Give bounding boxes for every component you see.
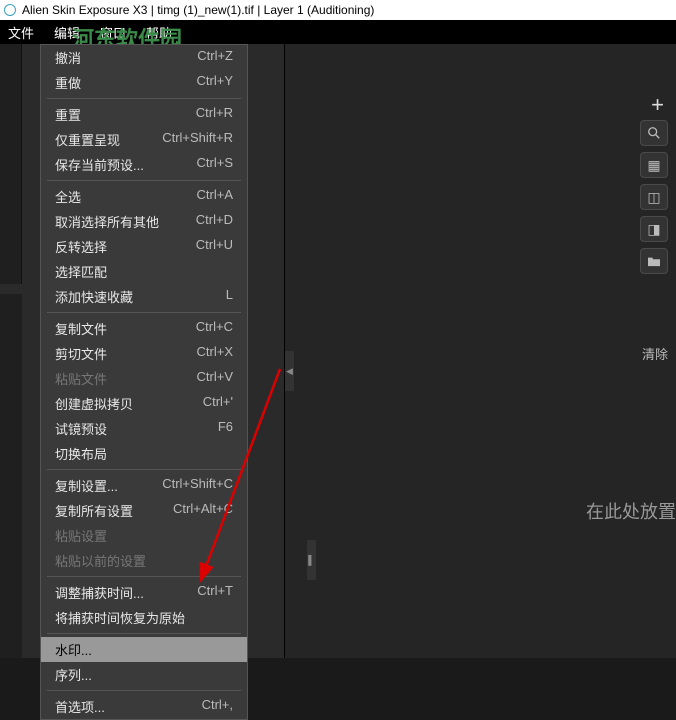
menu-item[interactable]: 水印... (41, 637, 247, 662)
menu-item[interactable]: 保存当前预设... Ctrl+S (41, 152, 247, 177)
menu-item-label: 切换布局 (55, 444, 107, 463)
menu-item-label: 试镜预设 (55, 419, 107, 438)
menu-help[interactable]: 帮助 (146, 23, 172, 42)
menu-item[interactable]: 仅重置呈现 Ctrl+Shift+R (41, 127, 247, 152)
menu-item[interactable]: 序列... (41, 662, 247, 687)
menu-item-label: 保存当前预设... (55, 155, 144, 174)
menu-item-shortcut: Ctrl+D (196, 212, 233, 231)
menu-item-label: 反转选择 (55, 237, 107, 256)
menu-item[interactable]: 创建虚拟拷贝 Ctrl+' (41, 391, 247, 416)
window-title: Alien Skin Exposure X3 | timg (1)_new(1)… (22, 3, 374, 17)
collapse-handle-icon[interactable]: ▌ (307, 540, 316, 580)
menu-item-shortcut: Ctrl+R (196, 105, 233, 124)
menu-item-shortcut: Ctrl+X (197, 344, 233, 363)
search-icon[interactable] (640, 120, 668, 146)
menu-item-shortcut: Ctrl+, (202, 697, 233, 716)
menu-item-label: 粘贴以前的设置 (55, 551, 146, 570)
menu-item-label: 仅重置呈现 (55, 130, 120, 149)
menu-item-shortcut: Ctrl+C (196, 319, 233, 338)
menubar: 文件 编辑 窗口 帮助 (0, 20, 676, 44)
menu-item[interactable]: 复制所有设置 Ctrl+Alt+C (41, 498, 247, 523)
split-icon[interactable]: ◨ (640, 216, 668, 242)
menu-item: 粘贴文件 Ctrl+V (41, 366, 247, 391)
menu-item-label: 复制设置... (55, 476, 118, 495)
menu-item-label: 添加快速收藏 (55, 287, 133, 306)
left-strip (0, 44, 22, 284)
menu-item[interactable]: 试镜预设 F6 (41, 416, 247, 441)
menu-item-shortcut: Ctrl+U (196, 237, 233, 256)
folder-icon[interactable] (640, 248, 668, 274)
menu-item-label: 复制所有设置 (55, 501, 133, 520)
menu-item-label: 调整捕获时间... (55, 583, 144, 602)
menu-item-label: 首选项... (55, 697, 105, 716)
edit-menu-dropdown: 撤消 Ctrl+Z 重做 Ctrl+Y 重置 Ctrl+R 仅重置呈现 Ctrl+Shift+… (40, 44, 248, 720)
menu-item: 粘贴以前的设置 (41, 548, 247, 573)
drop-placeholder: 在此处放置 (586, 498, 676, 524)
menu-item-shortcut: Ctrl+Y (197, 73, 233, 92)
app-icon (4, 4, 16, 16)
titlebar: Alien Skin Exposure X3 | timg (1)_new(1)… (0, 0, 676, 20)
collapse-left-icon[interactable]: ◀ (285, 351, 294, 391)
menu-item[interactable]: 重做 Ctrl+Y (41, 70, 247, 95)
menu-item-shortcut: Ctrl+S (197, 155, 233, 174)
menu-item-shortcut: Ctrl+Z (197, 48, 233, 67)
menu-item[interactable]: 全选 Ctrl+A (41, 184, 247, 209)
menu-separator (47, 180, 241, 181)
menu-separator (47, 469, 241, 470)
compare-icon[interactable]: ◫ (640, 184, 668, 210)
menu-item[interactable]: 剪切文件 Ctrl+X (41, 341, 247, 366)
menu-item-label: 剪切文件 (55, 344, 107, 363)
menu-item[interactable]: 切换布局 (41, 441, 247, 466)
menu-window[interactable]: 窗口 (100, 23, 126, 42)
menu-item-shortcut: Ctrl+A (197, 187, 233, 206)
menu-item-shortcut: Ctrl+V (197, 369, 233, 388)
clear-button[interactable]: 清除 (642, 344, 668, 363)
toolbar-column: ▦ ◫ ◨ (640, 120, 670, 280)
menu-separator (47, 690, 241, 691)
menu-item-label: 序列... (55, 665, 92, 684)
menu-item[interactable]: 复制文件 Ctrl+C (41, 316, 247, 341)
menu-item[interactable]: 重置 Ctrl+R (41, 102, 247, 127)
menu-item[interactable]: 首选项... Ctrl+, (41, 694, 247, 719)
menu-item-shortcut: Ctrl+Shift+C (162, 476, 233, 495)
menu-item-shortcut: L (226, 287, 233, 306)
menu-item-label: 粘贴文件 (55, 369, 107, 388)
menu-item-shortcut: F6 (218, 419, 233, 438)
menu-item-label: 重置 (55, 105, 81, 124)
menu-item-label: 创建虚拟拷贝 (55, 394, 133, 413)
grid-icon[interactable]: ▦ (640, 152, 668, 178)
menu-item[interactable]: 将捕获时间恢复为原始 (41, 605, 247, 630)
menu-separator (47, 98, 241, 99)
menu-item[interactable]: 选择匹配 (41, 259, 247, 284)
menu-item[interactable]: 复制设置... Ctrl+Shift+C (41, 473, 247, 498)
add-icon[interactable]: + (651, 92, 664, 118)
menu-item-shortcut: Ctrl+T (197, 583, 233, 602)
menu-item-label: 撤消 (55, 48, 81, 67)
menu-item-label: 将捕获时间恢复为原始 (55, 608, 185, 627)
menu-item[interactable]: 添加快速收藏 L (41, 284, 247, 309)
menu-item-shortcut: Ctrl+Alt+C (173, 501, 233, 520)
menu-item-label: 选择匹配 (55, 262, 107, 281)
menu-file[interactable]: 文件 (8, 23, 34, 42)
menu-item[interactable]: 反转选择 Ctrl+U (41, 234, 247, 259)
menu-item-label: 水印... (55, 640, 92, 659)
menu-separator (47, 633, 241, 634)
menu-item[interactable]: 调整捕获时间... Ctrl+T (41, 580, 247, 605)
menu-separator (47, 312, 241, 313)
menu-separator (47, 576, 241, 577)
menu-item-label: 取消选择所有其他 (55, 212, 159, 231)
menu-item[interactable]: 取消选择所有其他 Ctrl+D (41, 209, 247, 234)
menu-item-label: 复制文件 (55, 319, 107, 338)
menu-edit[interactable]: 编辑 (54, 23, 80, 42)
menu-item-shortcut: Ctrl+' (203, 394, 233, 413)
menu-item-shortcut: Ctrl+Shift+R (162, 130, 233, 149)
left-strip-2 (0, 294, 22, 658)
menu-item-label: 全选 (55, 187, 81, 206)
menu-item: 粘贴设置 (41, 523, 247, 548)
menu-item-label: 重做 (55, 73, 81, 92)
canvas-area: ◀ (285, 44, 676, 658)
menu-item-label: 粘贴设置 (55, 526, 107, 545)
menu-item[interactable]: 撤消 Ctrl+Z (41, 45, 247, 70)
